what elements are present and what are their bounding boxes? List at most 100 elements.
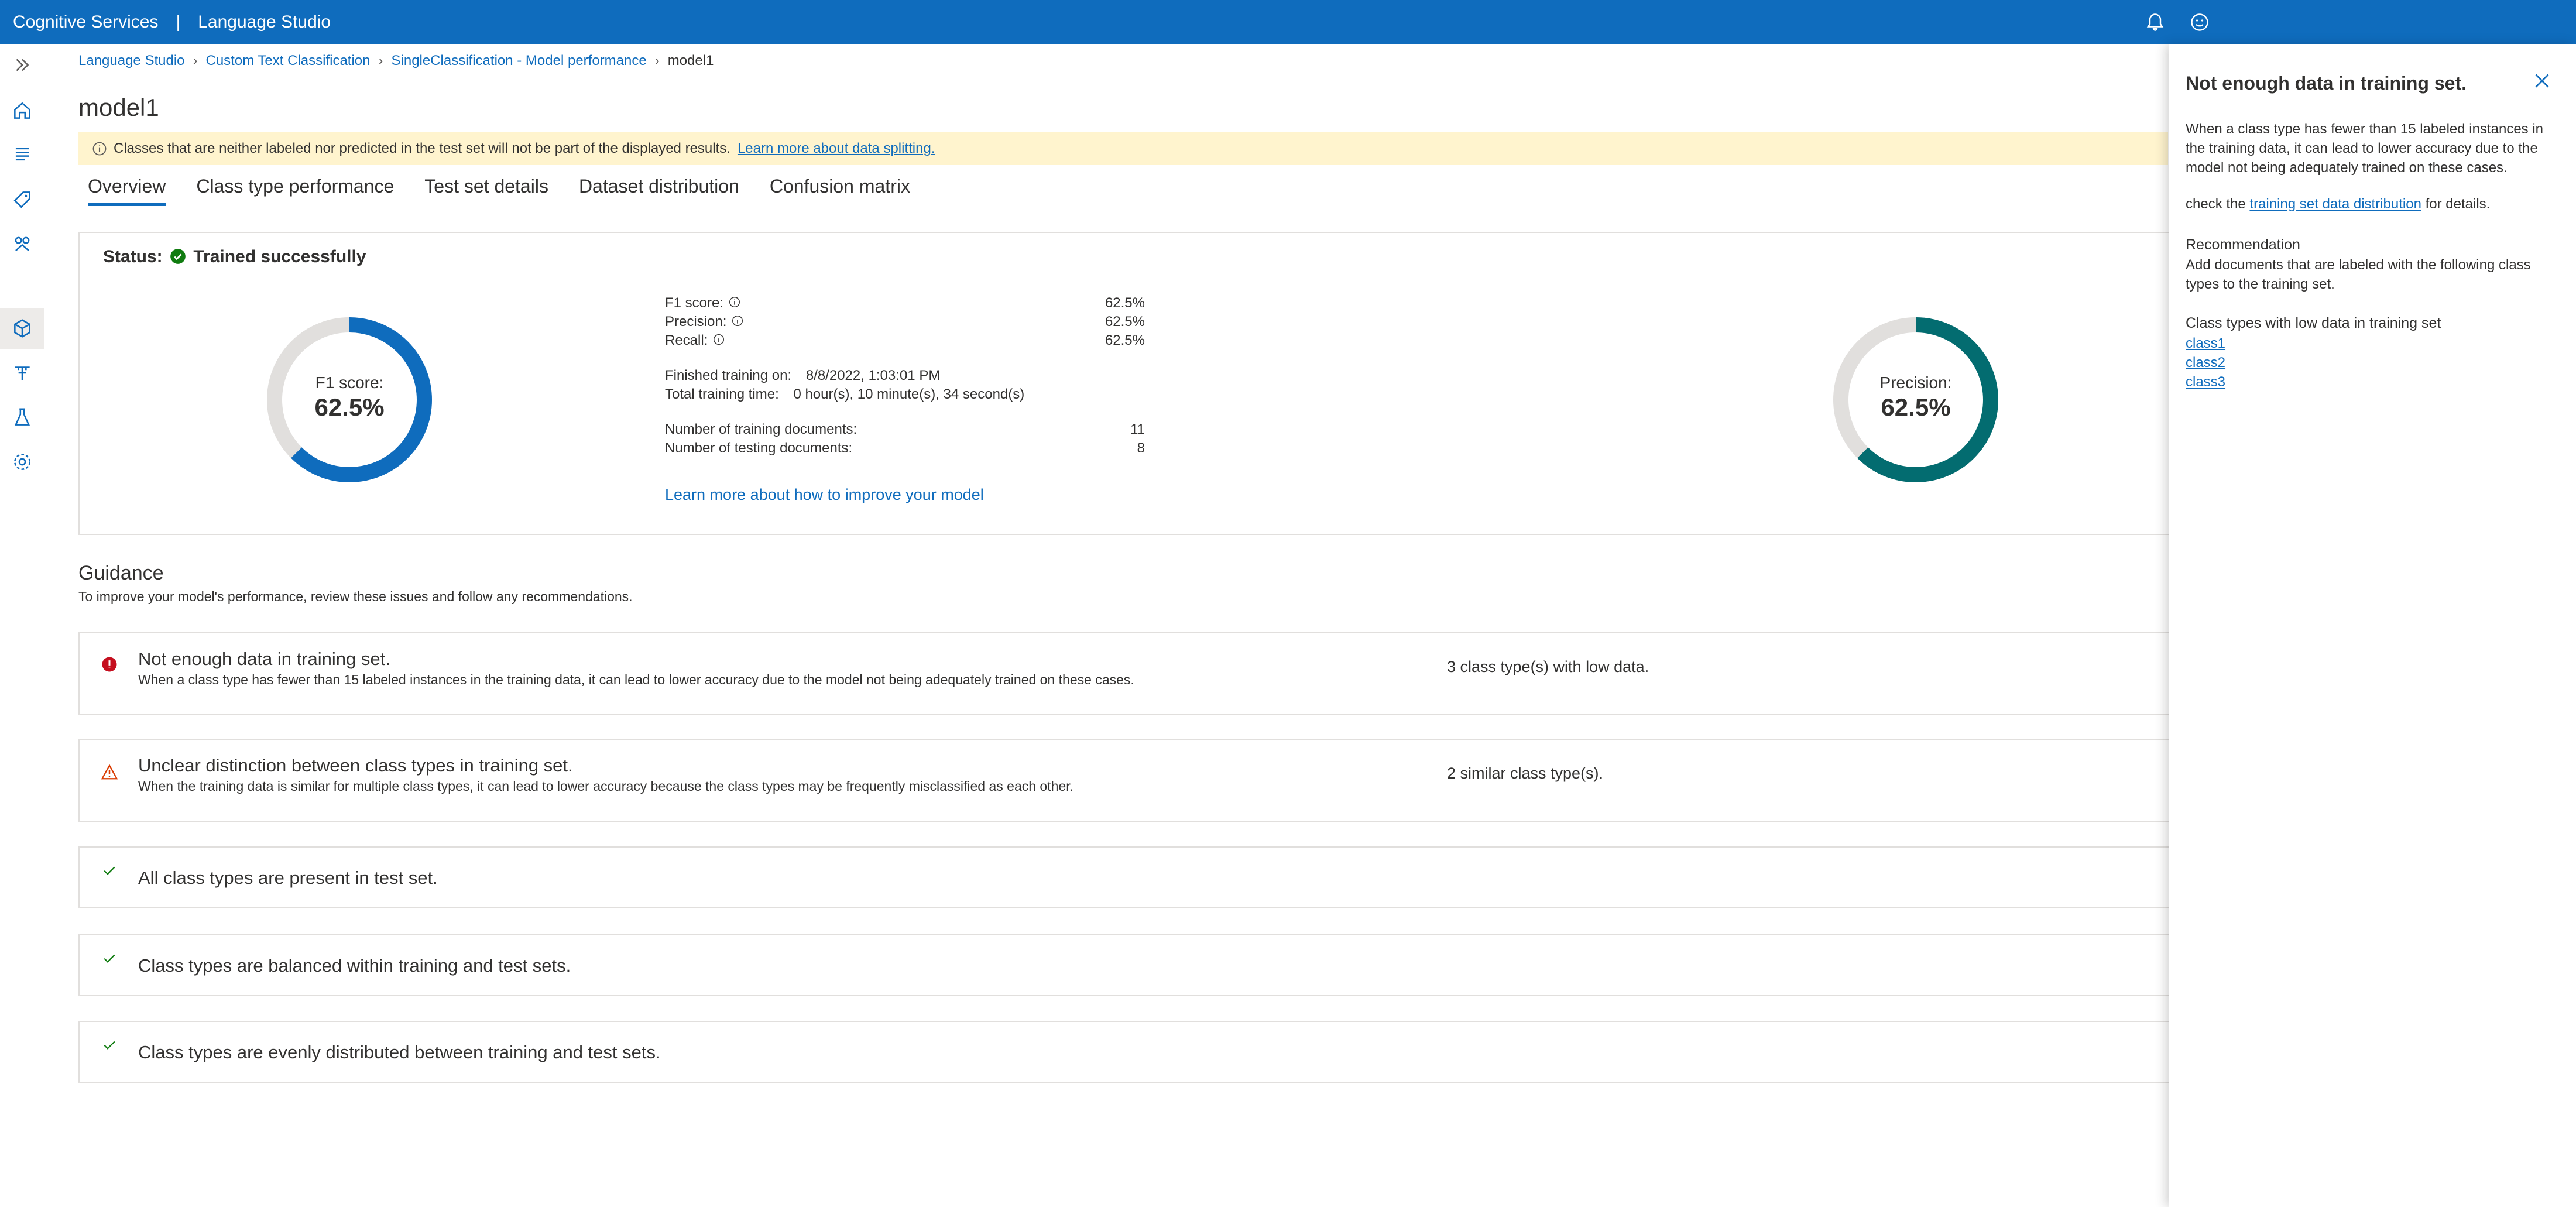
recommendation-heading: Recommendation xyxy=(2186,236,2300,253)
guidance-item-unclear-distinction[interactable]: Unclear distinction between class types … xyxy=(78,739,2184,822)
error-icon xyxy=(102,657,117,672)
testing-flask-icon[interactable] xyxy=(11,406,33,428)
brand-separator: | xyxy=(176,12,181,32)
brand: Cognitive Services | Language Studio xyxy=(13,0,331,44)
total-time-label: Total training time: xyxy=(665,386,779,402)
product-name[interactable]: Language Studio xyxy=(198,12,331,32)
model-performance-cube-icon[interactable] xyxy=(11,317,33,340)
tag-icon[interactable] xyxy=(11,188,33,211)
chevron-right-icon: › xyxy=(378,53,383,68)
expand-chevrons-icon[interactable] xyxy=(11,54,33,76)
f1-label: F1 score: xyxy=(665,295,724,311)
metric-row-precision: Precision: 62.5% xyxy=(665,313,1145,331)
breadcrumb-current: model1 xyxy=(667,53,714,68)
f1-score-donut: F1 score: 62.5% xyxy=(265,315,434,485)
panel-body: When a class type has fewer than 15 labe… xyxy=(2186,121,2544,176)
top-bar: Cognitive Services | Language Studio xyxy=(0,0,2576,44)
tab-confusion-matrix[interactable]: Confusion matrix xyxy=(770,176,910,203)
check-suffix: for details. xyxy=(2425,196,2491,212)
training-status: Status: Trained successfully xyxy=(103,247,366,267)
success-check-icon xyxy=(170,249,186,264)
recall-value: 62.5% xyxy=(1105,332,1145,348)
panel-check-line: check the training set data distribution… xyxy=(2186,194,2548,214)
training-docs-value: 11 xyxy=(1130,421,1145,437)
guidance-item-balanced[interactable]: Class types are balanced within training… xyxy=(78,934,2184,996)
low-data-heading: Class types with low data in training se… xyxy=(2186,315,2441,331)
training-set-distribution-link[interactable]: training set data distribution xyxy=(2249,196,2421,212)
settings-gear-icon[interactable] xyxy=(11,451,33,473)
guidance-detail-panel: Not enough data in training set. When a … xyxy=(2169,44,2576,1207)
improve-model-link[interactable]: Learn more about how to improve your mod… xyxy=(665,486,984,504)
model-training-icon[interactable] xyxy=(11,233,33,255)
document-lines-icon[interactable] xyxy=(11,144,33,166)
f1-value: 62.5% xyxy=(1105,295,1145,311)
breadcrumb-model-performance[interactable]: SingleClassification - Model performance xyxy=(392,53,647,68)
app-name[interactable]: Cognitive Services xyxy=(13,12,158,32)
panel-title: Not enough data in training set. xyxy=(2186,73,2467,94)
guidance-subtitle: To improve your model's performance, rev… xyxy=(78,589,633,604)
training-docs-row: Number of training documents: 11 xyxy=(665,420,1145,439)
recommendation-body: Add documents that are labeled with the … xyxy=(2186,257,2531,292)
guidance-item-all-present[interactable]: All class types are present in test set.… xyxy=(78,846,2184,908)
guidance-description: When a class type has fewer than 15 labe… xyxy=(138,672,1134,687)
f1-donut-value: 62.5% xyxy=(314,393,385,421)
warning-icon xyxy=(101,764,118,780)
guidance-heading: Guidance xyxy=(78,562,164,584)
deploy-icon[interactable] xyxy=(11,362,33,384)
check-icon xyxy=(104,954,115,963)
precision-donut-label: Precision: xyxy=(1879,373,1952,392)
metrics-summary: F1 score: 62.5% Precision: 62.5% Recall: 62… xyxy=(665,294,1145,458)
guidance-title: All class types are present in test set. xyxy=(138,867,438,888)
training-docs-label: Number of training documents: xyxy=(665,421,857,437)
breadcrumb: Language Studio › Custom Text Classificati… xyxy=(78,53,714,69)
info-icon xyxy=(92,142,107,156)
testing-docs-row: Number of testing documents: 8 xyxy=(665,439,1145,458)
guidance-title: Unclear distinction between class types … xyxy=(138,755,573,776)
guidance-metric: 3 class type(s) with low data. xyxy=(1447,658,1649,675)
guidance-title: Class types are balanced within training… xyxy=(138,955,571,976)
tab-test-set-details[interactable]: Test set details xyxy=(424,176,548,203)
info-icon[interactable] xyxy=(712,333,725,346)
page-title: model1 xyxy=(78,94,159,121)
chevron-right-icon: › xyxy=(193,53,198,68)
precision-label: Precision: xyxy=(665,314,727,330)
metric-row-recall: Recall: 62.5% xyxy=(665,331,1145,350)
notification-bell-icon[interactable] xyxy=(2145,12,2166,33)
guidance-item-not-enough-data[interactable]: Not enough data in training set. When a … xyxy=(78,632,2184,715)
breadcrumb-language-studio[interactable]: Language Studio xyxy=(78,53,185,68)
check-icon xyxy=(104,1041,115,1050)
testing-docs-label: Number of testing documents: xyxy=(665,440,853,456)
class-link-list: class1 class2 class3 xyxy=(2186,334,2548,392)
guidance-description: When the training data is similar for mu… xyxy=(138,779,1073,794)
tab-overview[interactable]: Overview xyxy=(88,176,166,206)
overview-card: Status: Trained successfully F1 score: 6… xyxy=(78,232,2180,535)
close-icon[interactable] xyxy=(2532,70,2553,91)
data-splitting-link[interactable]: Learn more about data splitting. xyxy=(738,140,935,156)
tab-class-type-performance[interactable]: Class type performance xyxy=(196,176,394,203)
tab-bar: Overview Class type performance Test set d… xyxy=(88,176,941,211)
home-icon[interactable] xyxy=(11,100,33,122)
guidance-item-evenly-distributed[interactable]: Class types are evenly distributed betwe… xyxy=(78,1021,2184,1083)
info-icon[interactable] xyxy=(728,296,741,308)
info-icon[interactable] xyxy=(731,314,744,327)
class-link[interactable]: class2 xyxy=(2186,355,2225,371)
class-link[interactable]: class3 xyxy=(2186,374,2225,390)
feedback-smiley-icon[interactable] xyxy=(2189,12,2210,33)
precision-donut-value: 62.5% xyxy=(1881,393,1951,421)
breadcrumb-custom-text-classification[interactable]: Custom Text Classification xyxy=(206,53,371,68)
class-link[interactable]: class1 xyxy=(2186,335,2225,351)
check-icon xyxy=(104,866,115,875)
tab-dataset-distribution[interactable]: Dataset distribution xyxy=(579,176,739,203)
finished-training-row: Finished training on: 8/8/2022, 1:03:01 … xyxy=(665,366,1145,385)
info-banner: Classes that are neither labeled nor pre… xyxy=(78,132,2168,165)
banner-text: Classes that are neither labeled nor pre… xyxy=(114,140,730,156)
metric-row-f1: F1 score: 62.5% xyxy=(665,294,1145,313)
guidance-title: Class types are evenly distributed betwe… xyxy=(138,1042,661,1062)
check-prefix: check the xyxy=(2186,196,2246,212)
precision-donut: Precision: 62.5% xyxy=(1831,315,2001,485)
testing-docs-value: 8 xyxy=(1137,440,1145,456)
left-nav-rail xyxy=(0,44,44,1207)
finished-label: Finished training on: xyxy=(665,368,792,383)
status-value: Trained successfully xyxy=(193,247,366,266)
finished-value: 8/8/2022, 1:03:01 PM xyxy=(805,368,941,383)
